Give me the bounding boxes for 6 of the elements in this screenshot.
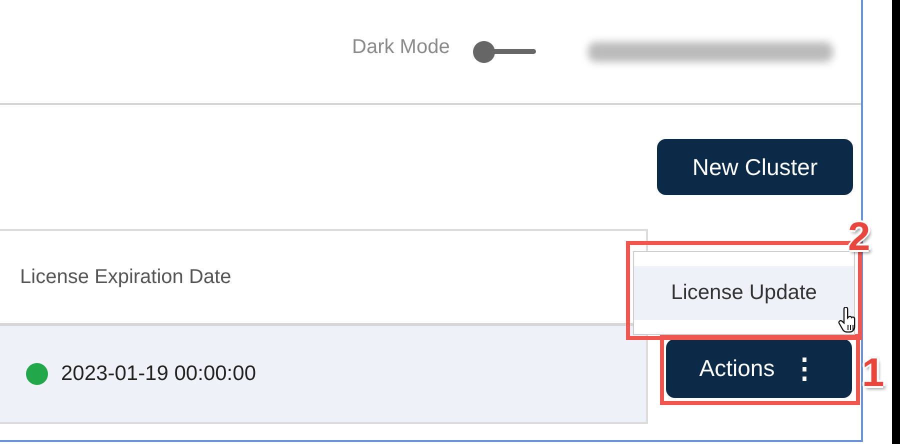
actions-button[interactable]: Actions ⋮ bbox=[666, 339, 852, 398]
dark-mode-label: Dark Mode bbox=[352, 36, 450, 59]
new-cluster-button[interactable]: New Cluster bbox=[657, 139, 853, 195]
menu-item[interactable]: License Update bbox=[634, 266, 854, 320]
step-number: 1 bbox=[862, 353, 884, 393]
table-cell: 2023-01-19 00:00:00 bbox=[61, 362, 256, 386]
